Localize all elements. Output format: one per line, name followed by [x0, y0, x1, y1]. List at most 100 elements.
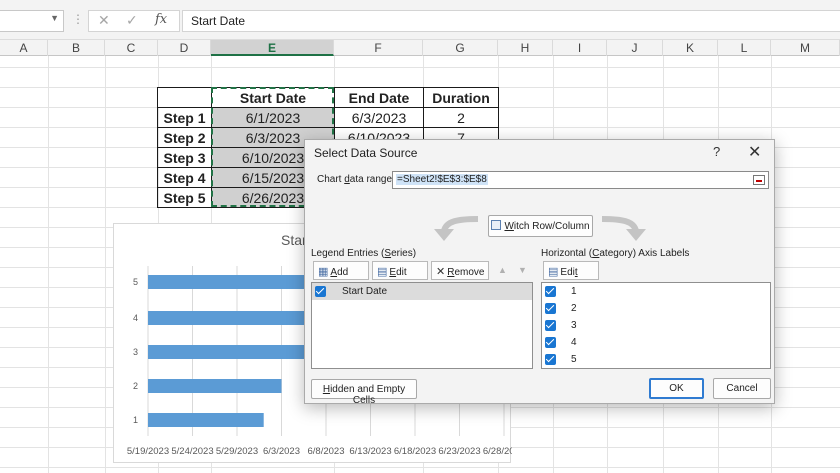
table-header-cell[interactable]: End Date [334, 87, 424, 108]
add-icon: ▦ [318, 266, 329, 278]
axis-label-checkbox[interactable] [545, 286, 556, 297]
insert-function-icon[interactable]: fx [155, 12, 167, 27]
column-header[interactable]: I [553, 40, 607, 56]
table-header-row: Start Date End Date Duration [157, 87, 499, 108]
button-label-part: dit [396, 267, 407, 278]
column-header[interactable]: A [0, 40, 48, 56]
chart-x-tick-label: 6/13/2023 [349, 446, 391, 457]
gridline [0, 467, 840, 468]
axis-labels-label: Horizontal (Category) Axis Labels [541, 248, 689, 259]
label-part: ategory) Axis Labels [599, 248, 690, 259]
legend-toolbar: ▦ Add ▤ Edit ✕ Remove ▲ ▼ [311, 260, 533, 281]
chart-x-tick-label: 6/18/2023 [394, 446, 436, 457]
axis-label-checkbox[interactable] [545, 337, 556, 348]
table-cell[interactable]: 6/3/2023 [334, 107, 424, 128]
gridline [48, 56, 49, 473]
column-header[interactable]: F [334, 40, 423, 56]
formula-input[interactable]: Start Date [182, 10, 840, 32]
label-part: Chart [317, 174, 345, 185]
column-header[interactable]: B [48, 40, 105, 56]
list-item[interactable]: 4 [542, 334, 770, 351]
table-cell[interactable]: Step 1 [157, 107, 212, 128]
chart-category-label: 4 [133, 313, 138, 323]
switch-row-column-icon [491, 220, 502, 230]
table-header-cell[interactable]: Duration [423, 87, 499, 108]
axis-label-value: 2 [571, 303, 577, 314]
edit-series-button[interactable]: ▤ Edit [372, 261, 428, 280]
chart-data-range-label: Chart data range: [317, 174, 395, 185]
list-item[interactable]: 1 [542, 283, 770, 300]
help-icon[interactable]: ? [713, 144, 720, 159]
axis-label-value: 4 [571, 337, 577, 348]
add-series-button[interactable]: ▦ Add [313, 261, 369, 280]
column-header[interactable]: C [105, 40, 158, 56]
list-item[interactable]: Start Date [312, 283, 532, 300]
range-value: =Sheet2!$E$3:$E$8 [396, 174, 488, 185]
edit-axis-labels-button[interactable]: ▤ Edit [543, 261, 599, 280]
legend-entries-label: Legend Entries (Series) [311, 248, 416, 259]
chart-x-tick-label: 5/19/2023 [127, 446, 169, 457]
table-cell[interactable]: Step 2 [157, 127, 212, 148]
column-header[interactable]: G [423, 40, 498, 56]
column-header[interactable]: L [718, 40, 771, 56]
axis-label-checkbox[interactable] [545, 303, 556, 314]
cancel-x-icon[interactable]: ✕ [98, 12, 110, 29]
close-icon[interactable]: ✕ [748, 142, 761, 162]
axis-label-checkbox[interactable] [545, 320, 556, 331]
column-header[interactable]: K [663, 40, 718, 56]
table-cell[interactable]: Step 5 [157, 187, 212, 208]
button-label-part: emove [454, 267, 485, 278]
table-cell[interactable]: Step 3 [157, 147, 212, 168]
column-header[interactable]: M [771, 40, 840, 56]
move-down-icon[interactable]: ▼ [518, 265, 527, 275]
chart-x-tick-label: 6/28/2023 [483, 446, 512, 457]
list-item[interactable]: 5 [542, 351, 770, 368]
collapse-dialog-icon[interactable] [753, 175, 765, 185]
move-up-icon[interactable]: ▲ [498, 265, 507, 275]
table-header-cell[interactable] [157, 87, 212, 108]
column-header-selected[interactable]: E [211, 40, 334, 56]
table-cell[interactable]: Step 4 [157, 167, 212, 188]
button-accelerator: H [322, 384, 331, 395]
chart-category-label: 1 [133, 415, 138, 425]
list-item[interactable]: 3 [542, 317, 770, 334]
chart-bar[interactable] [148, 413, 264, 427]
chart-data-range-input[interactable]: =Sheet2!$E$3:$E$8 [392, 171, 769, 189]
remove-series-button[interactable]: ✕ Remove [431, 261, 489, 280]
series-checkbox[interactable] [315, 286, 326, 297]
column-header[interactable]: D [158, 40, 211, 56]
edit-icon: ▤ [548, 266, 559, 278]
chart-x-tick-label: 5/29/2023 [216, 446, 258, 457]
column-header[interactable]: J [607, 40, 663, 56]
list-item[interactable]: 2 [542, 300, 770, 317]
label-part: ata range: [349, 174, 395, 185]
chart-bar[interactable] [148, 379, 282, 393]
column-header[interactable]: H [498, 40, 553, 56]
axis-label-checkbox[interactable] [545, 354, 556, 365]
cancel-button[interactable]: Cancel [713, 378, 771, 399]
legend-entries-list: Start Date [311, 282, 533, 369]
select-data-source-dialog: Select Data Source ? ✕ Chart data range:… [304, 139, 775, 406]
formula-bar: ▼ ⋮ ✕ ✓ fx Start Date [0, 0, 840, 40]
chart-title[interactable]: Star [281, 232, 307, 248]
ok-button[interactable]: OK [649, 378, 704, 399]
label-part: Legend Entries ( [311, 248, 385, 259]
check-icon[interactable]: ✓ [126, 12, 138, 29]
dialog-title: Select Data Source [314, 146, 418, 160]
name-box[interactable]: ▼ [0, 10, 64, 32]
gridline [0, 67, 840, 68]
axis-label-value: 3 [571, 320, 577, 331]
table-cell[interactable]: 6/1/2023 [211, 107, 335, 128]
button-accelerator: W [504, 221, 514, 232]
curved-arrow-left-icon [434, 216, 479, 241]
label-part: eries) [391, 248, 417, 259]
axis-toolbar: ▤ Edit [541, 260, 771, 281]
curved-arrow-right-icon [601, 216, 646, 241]
hidden-empty-cells-button[interactable]: Hidden and Empty Cells [311, 379, 417, 406]
table-row: Step 1 6/1/2023 6/3/2023 2 [157, 107, 499, 128]
table-header-cell[interactable]: Start Date [211, 87, 335, 108]
more-options-icon[interactable]: ⋮ [72, 12, 84, 26]
chevron-down-icon[interactable]: ▼ [50, 13, 59, 23]
table-cell[interactable]: 2 [423, 107, 499, 128]
switch-row-column-button[interactable]: Witch Row/Column [488, 215, 593, 237]
